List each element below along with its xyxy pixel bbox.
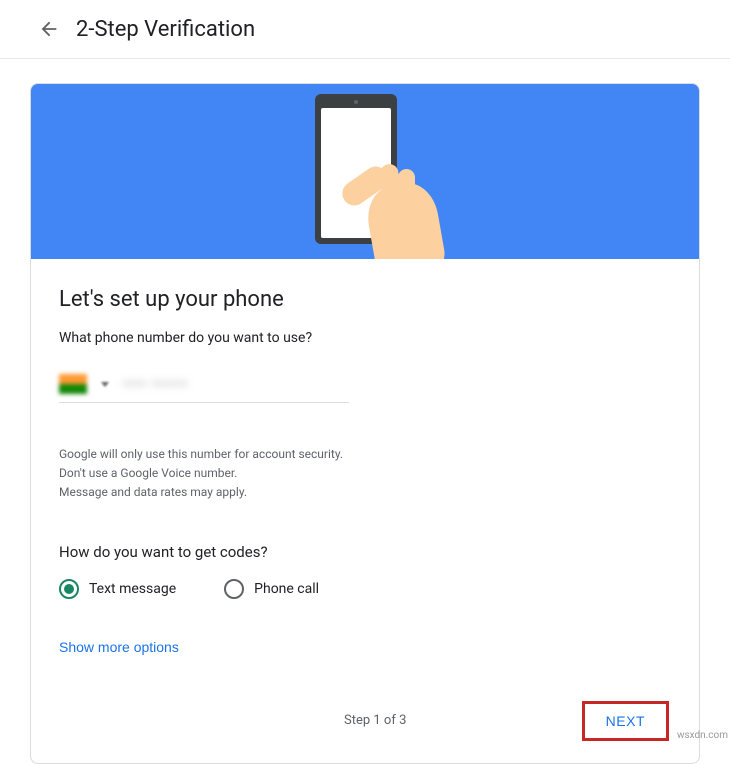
next-button[interactable]: NEXT [584, 703, 667, 739]
chevron-down-icon[interactable] [101, 382, 109, 387]
setup-heading: Let's set up your phone [59, 287, 671, 312]
radio-label: Phone call [254, 581, 319, 597]
setup-card: Let's set up your phone What phone numbe… [30, 83, 700, 764]
hand-illustration [330, 154, 450, 259]
country-flag-icon[interactable] [59, 374, 87, 394]
disclaimer-line: Message and data rates may apply. [59, 483, 671, 502]
card-footer: Step 1 of 3 NEXT [59, 703, 671, 743]
radio-option-text-message[interactable]: Text message [59, 579, 176, 599]
page-header: 2-Step Verification [0, 0, 730, 59]
disclaimer-line: Google will only use this number for acc… [59, 445, 671, 464]
back-button[interactable] [30, 10, 68, 48]
show-more-options-link[interactable]: Show more options [59, 639, 179, 655]
page-title: 2-Step Verification [76, 17, 255, 42]
delivery-method-group: Text message Phone call [59, 579, 671, 599]
phone-input[interactable]: •••• •••••• [59, 374, 349, 403]
step-indicator: Step 1 of 3 [344, 713, 406, 728]
watermark-text: wsxdn.com [677, 730, 728, 741]
radio-option-phone-call[interactable]: Phone call [224, 579, 319, 599]
card-content: Let's set up your phone What phone numbe… [31, 259, 699, 763]
disclaimer-line: Don't use a Google Voice number. [59, 464, 671, 483]
radio-label: Text message [89, 581, 176, 597]
setup-subheading: What phone number do you want to use? [59, 330, 671, 346]
radio-icon [224, 579, 244, 599]
radio-icon [59, 579, 79, 599]
codes-question: How do you want to get codes? [59, 543, 671, 561]
hero-illustration [31, 84, 699, 259]
disclaimer-text: Google will only use this number for acc… [59, 445, 671, 503]
phone-number-value[interactable]: •••• •••••• [123, 375, 188, 393]
arrow-left-icon [38, 18, 60, 40]
